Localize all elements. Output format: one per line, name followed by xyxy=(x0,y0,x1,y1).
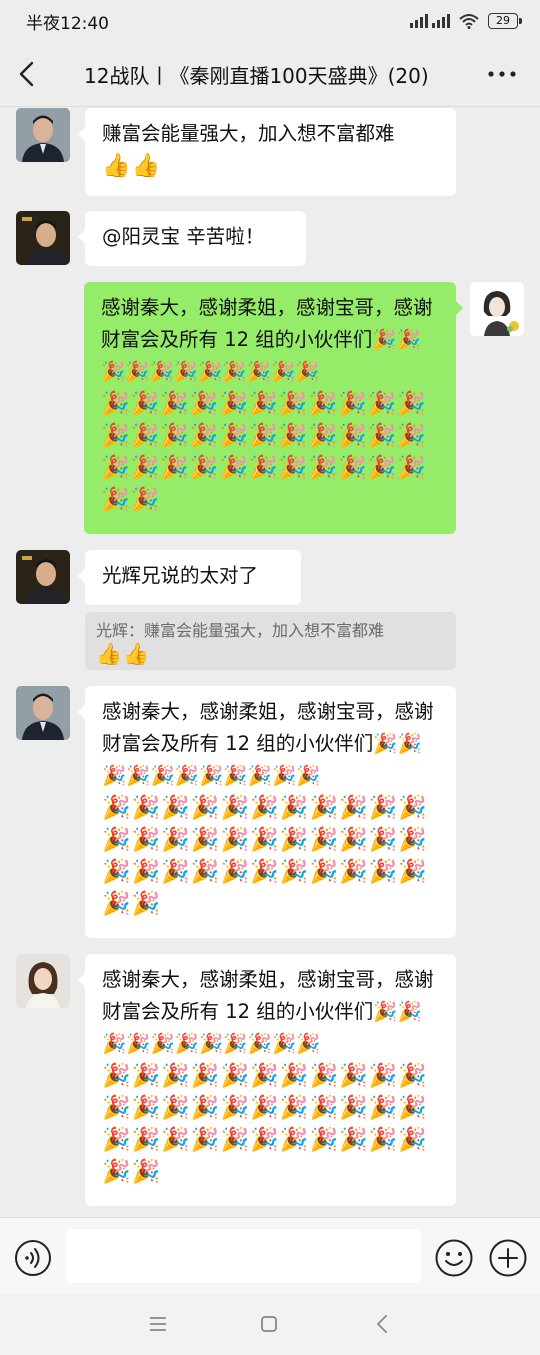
my-message-bubble[interactable]: 感谢秦大，感谢柔姐，感谢宝哥，感谢财富会及所有 12 组的小伙伴们🎉🎉🎉🎉🎉🎉🎉… xyxy=(84,282,463,534)
nav-back-icon[interactable] xyxy=(374,1313,390,1335)
emoji-icon[interactable] xyxy=(434,1238,474,1278)
chat-header: 12战队丨《秦刚直播100天盛典》(20) xyxy=(0,42,540,106)
message-text: 感谢秦大，感谢柔姐，感谢宝哥，感谢财富会及所有 12 组的小伙伴们🎉🎉🎉🎉🎉🎉🎉… xyxy=(102,968,434,1055)
message-bubble[interactable]: @阳灵宝 辛苦啦！ xyxy=(78,211,306,266)
menu-icon[interactable] xyxy=(148,1315,168,1333)
message-bubble[interactable]: 光辉兄说的太对了 xyxy=(78,550,301,605)
avatar-photo-icon xyxy=(16,550,70,604)
message-input[interactable] xyxy=(66,1229,421,1283)
message-emoji: 🎉🎉🎉🎉🎉🎉🎉🎉🎉🎉🎉 xyxy=(102,795,429,821)
message-emoji: 🎉🎉🎉🎉🎉🎉🎉🎉🎉🎉🎉 xyxy=(102,1095,429,1121)
message-emoji: 🎉🎉 xyxy=(102,1159,162,1185)
status-bar: 半夜12:40 29 xyxy=(0,0,540,42)
avatar-photo-icon xyxy=(16,954,70,1008)
more-icon[interactable] xyxy=(484,62,520,86)
message-text: 感谢秦大，感谢柔姐，感谢宝哥，感谢财富会及所有 12 组的小伙伴们🎉🎉🎉🎉🎉🎉🎉… xyxy=(101,296,433,383)
message-text: 光辉兄说的太对了 xyxy=(102,564,259,587)
message-emoji: 🎉🎉 xyxy=(101,487,161,513)
message-bubble[interactable]: 感谢秦大，感谢柔姐，感谢宝哥，感谢财富会及所有 12 组的小伙伴们🎉🎉🎉🎉🎉🎉🎉… xyxy=(78,954,456,1206)
message-emoji: 👍👍 xyxy=(102,153,162,179)
system-nav-bar xyxy=(0,1293,540,1355)
message-emoji: 🎉🎉🎉🎉🎉🎉🎉🎉🎉🎉🎉 xyxy=(102,859,429,885)
message-emoji: 🎉🎉🎉🎉🎉🎉🎉🎉🎉🎉🎉 xyxy=(101,423,428,449)
message-emoji: 🎉🎉🎉🎉🎉🎉🎉🎉🎉🎉🎉 xyxy=(101,455,428,481)
message-text: 赚富会能量强大，加入想不富都难 xyxy=(102,122,395,145)
battery-icon: 29 xyxy=(488,13,522,29)
message-emoji: 🎉🎉 xyxy=(102,891,162,917)
my-avatar[interactable] xyxy=(470,282,524,336)
input-bar xyxy=(0,1217,540,1293)
avatar-photo-icon xyxy=(16,686,70,740)
avatar[interactable] xyxy=(16,211,70,265)
status-icons: 29 xyxy=(410,13,522,29)
message-bubble[interactable]: 感谢秦大，感谢柔姐，感谢宝哥，感谢财富会及所有 12 组的小伙伴们🎉🎉🎉🎉🎉🎉🎉… xyxy=(78,686,456,938)
quoted-message[interactable]: 光辉：赚富会能量强大，加入想不富都难 👍👍 xyxy=(85,612,456,670)
signal-icon xyxy=(410,14,450,28)
avatar-photo-icon xyxy=(16,211,70,265)
avatar[interactable] xyxy=(16,686,70,740)
message-emoji: 🎉🎉🎉🎉🎉🎉🎉🎉🎉🎉🎉 xyxy=(101,391,428,417)
status-time: 半夜12:40 xyxy=(26,13,109,34)
plus-icon[interactable] xyxy=(488,1238,528,1278)
avatar-photo-icon xyxy=(16,108,70,162)
quote-emoji: 👍👍 xyxy=(96,642,151,666)
message-emoji: 🎉🎉🎉🎉🎉🎉🎉🎉🎉🎉🎉 xyxy=(102,1063,429,1089)
message-emoji: 🎉🎉🎉🎉🎉🎉🎉🎉🎉🎉🎉 xyxy=(102,1127,429,1153)
avatar[interactable] xyxy=(16,550,70,604)
home-icon[interactable] xyxy=(260,1315,278,1333)
message-text: 感谢秦大，感谢柔姐，感谢宝哥，感谢财富会及所有 12 组的小伙伴们🎉🎉🎉🎉🎉🎉🎉… xyxy=(102,700,434,787)
avatar[interactable] xyxy=(16,108,70,162)
avatar-illustration-icon xyxy=(470,282,524,336)
avatar[interactable] xyxy=(16,954,70,1008)
wifi-icon xyxy=(459,14,479,29)
voice-icon[interactable] xyxy=(14,1239,52,1277)
message-text: @阳灵宝 辛苦啦！ xyxy=(102,225,265,248)
message-bubble[interactable]: 赚富会能量强大，加入想不富都难 👍👍 xyxy=(78,108,456,196)
back-arrow-icon[interactable] xyxy=(12,58,42,90)
message-emoji: 🎉🎉🎉🎉🎉🎉🎉🎉🎉🎉🎉 xyxy=(102,827,429,853)
chat-area[interactable]: 赚富会能量强大，加入想不富都难 👍👍 @阳灵宝 辛苦啦！ 感谢秦大，感谢柔姐，感… xyxy=(0,107,540,1217)
chat-title: 12战队丨《秦刚直播100天盛典》(20) xyxy=(84,64,429,88)
